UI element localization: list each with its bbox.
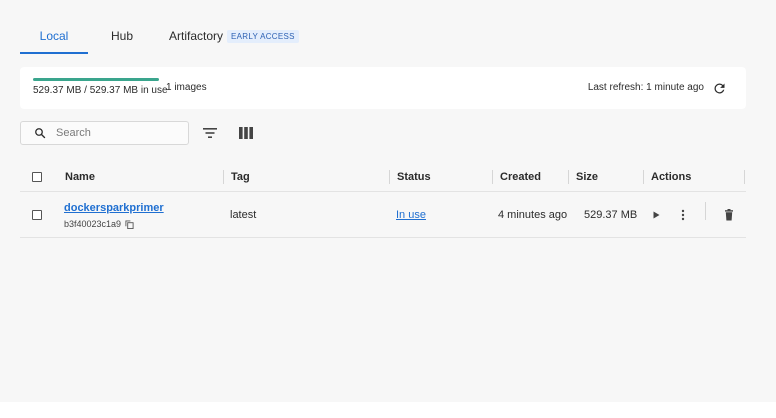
disk-usage-card: 529.37 MB / 529.37 MB in use 1 images La…	[20, 67, 746, 109]
more-actions-button[interactable]	[675, 207, 691, 223]
tab-artifactory-label: Artifactory	[169, 29, 224, 43]
select-all-checkbox[interactable]	[32, 172, 42, 182]
table-row[interactable]: dockersparkprimer b3f40023c1a9 latest In…	[20, 192, 746, 238]
more-vertical-icon	[681, 209, 685, 221]
image-count: 1 images	[166, 82, 207, 93]
tab-hub[interactable]: Hub	[88, 18, 156, 54]
table-header: Name Tag Status Created Size Actions	[20, 162, 746, 192]
column-divider	[492, 170, 493, 184]
run-button[interactable]	[648, 207, 664, 223]
image-size: 529.37 MB	[584, 209, 638, 221]
image-id: b3f40023c1a9	[64, 219, 134, 229]
early-access-badge: EARLY ACCESS	[227, 29, 299, 43]
columns-icon[interactable]	[238, 126, 254, 140]
image-tag: latest	[230, 209, 257, 221]
search-icon	[35, 128, 46, 139]
column-divider	[568, 170, 569, 184]
column-created[interactable]: Created	[500, 162, 541, 192]
search-box[interactable]	[20, 121, 189, 145]
column-divider	[744, 170, 745, 184]
column-tag[interactable]: Tag	[231, 162, 250, 192]
disk-usage-bar	[33, 78, 159, 81]
disk-usage-fill	[33, 78, 159, 81]
play-icon	[653, 211, 660, 219]
image-status-link[interactable]: In use	[396, 209, 426, 221]
tab-artifactory[interactable]: Artifactory EARLY ACCESS	[156, 18, 299, 54]
tab-bar: Local Hub Artifactory EARLY ACCESS	[20, 18, 299, 54]
column-status[interactable]: Status	[397, 162, 431, 192]
disk-usage-text: 529.37 MB / 529.37 MB in use	[33, 85, 168, 96]
delete-button[interactable]	[721, 207, 737, 223]
refresh-icon[interactable]	[710, 79, 728, 97]
last-refresh-text: Last refresh: 1 minute ago	[587, 82, 704, 93]
actions-divider	[705, 202, 706, 220]
image-id-text: b3f40023c1a9	[64, 219, 122, 229]
filter-icon[interactable]	[202, 125, 218, 141]
column-divider	[223, 170, 224, 184]
column-actions: Actions	[651, 171, 692, 183]
trash-icon	[725, 209, 733, 221]
images-table: Name Tag Status Created Size Actions doc…	[20, 162, 746, 238]
tab-hub-label: Hub	[110, 29, 133, 43]
tab-local-label: Local	[39, 29, 69, 43]
images-view: Local Hub Artifactory EARLY ACCESS 529.3…	[0, 0, 776, 402]
image-created: 4 minutes ago	[498, 209, 568, 221]
search-input[interactable]	[56, 127, 176, 139]
tab-local[interactable]: Local	[20, 18, 88, 54]
row-checkbox[interactable]	[32, 210, 42, 220]
column-name[interactable]: Name	[65, 162, 95, 192]
column-divider	[389, 170, 390, 184]
image-name-link[interactable]: dockersparkprimer	[64, 202, 164, 214]
column-size[interactable]: Size	[576, 162, 598, 192]
column-divider	[643, 170, 644, 184]
copy-icon[interactable]	[125, 219, 134, 229]
